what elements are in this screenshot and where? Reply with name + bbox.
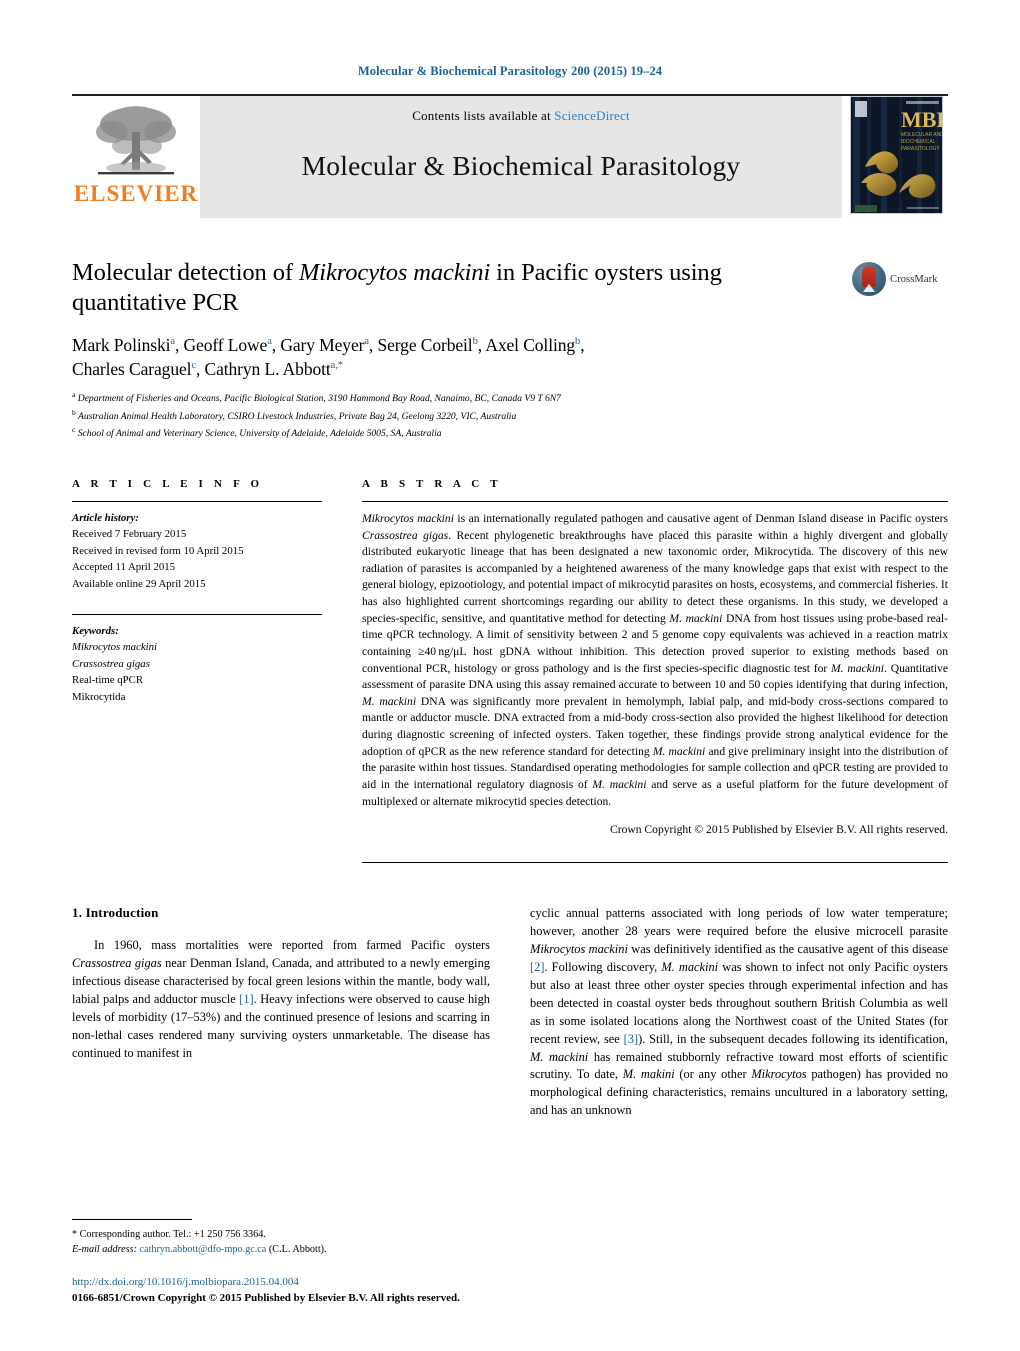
svg-text:PARASITOLOGY: PARASITOLOGY <box>901 146 940 152</box>
elsevier-tree-icon <box>88 102 184 184</box>
article-history: Article history: Received 7 February 201… <box>72 510 322 593</box>
email-link[interactable]: cathryn.abbott@dfo-mpo.gc.ca <box>140 1244 267 1255</box>
affiliation-text: School of Animal and Veterinary Science,… <box>77 428 442 440</box>
abstract-heading: A B S T R A C T <box>362 477 502 490</box>
affiliation-text: Department of Fisheries and Oceans, Paci… <box>77 393 561 405</box>
info-abstract-region: A R T I C L E I N F O Article history: R… <box>72 477 949 864</box>
keywords-label: Keywords: <box>72 624 119 637</box>
keyword-item: Mikrocytida <box>72 690 126 703</box>
email-label: E-mail address: <box>72 1243 137 1255</box>
crossmark-badge[interactable]: CrossMark <box>852 258 948 296</box>
divider <box>362 862 948 864</box>
sciencedirect-link[interactable]: ScienceDirect <box>554 108 630 123</box>
history-item: Received in revised form 10 April 2015 <box>72 544 244 557</box>
contents-prefix: Contents lists available at <box>412 108 555 123</box>
keyword-item: Mikrocytos mackini <box>72 641 158 654</box>
contents-available-line: Contents lists available at ScienceDirec… <box>412 108 630 124</box>
body-column-right: cyclic annual patterns associated with l… <box>530 905 948 1120</box>
body-column-left: 1. Introduction In 1960, mass mortalitie… <box>72 905 490 1120</box>
crossmark-icon <box>852 262 886 296</box>
divider <box>72 613 322 615</box>
title-part-1: Molecular detection of <box>72 259 299 286</box>
elsevier-logo: ELSEVIER <box>72 96 200 218</box>
crossmark-label: CrossMark <box>890 273 938 285</box>
article-history-label: Article history: <box>72 511 139 524</box>
abstract-column: A B S T R A C T Mikrocytos mackini is an… <box>362 477 949 864</box>
keyword-item: Crassostrea gigas <box>72 657 150 670</box>
journal-masthead: ELSEVIER Contents lists available at Sci… <box>72 94 948 218</box>
keyword-list: Keywords: Mikrocytos mackini Crassostrea… <box>72 623 322 706</box>
issn-copyright-line: 0166-6851/Crown Copyright © 2015 Publish… <box>72 1292 460 1305</box>
running-head: Molecular & Biochemical Parasitology 200… <box>357 64 663 78</box>
footnote-divider <box>72 1218 192 1220</box>
abstract-text: Mikrocytos mackini is an internationally… <box>362 511 949 808</box>
page-title: Molecular detection of Mikrocytos mackin… <box>72 258 836 318</box>
svg-text:MOLECULAR AND: MOLECULAR AND <box>901 132 943 138</box>
doi-block: http://dx.doi.org/10.1016/j.molbiopara.2… <box>72 1275 480 1307</box>
article-page: Molecular & Biochemical Parasitology 200… <box>0 0 1020 1351</box>
section-heading-introduction: 1. Introduction <box>72 905 159 921</box>
svg-text:BIOCHEMICAL: BIOCHEMICAL <box>901 139 936 145</box>
doi-link[interactable]: http://dx.doi.org/10.1016/j.molbiopara.2… <box>72 1275 480 1291</box>
body-columns: 1. Introduction In 1960, mass mortalitie… <box>72 905 948 1120</box>
affiliation-text: Australian Animal Health Laboratory, CSI… <box>77 410 517 422</box>
keyword-item: Real-time qPCR <box>72 674 144 687</box>
affiliation-marker: c <box>72 425 76 435</box>
author-list: Mark Polinskia, Geoff Lowea, Gary Meyera… <box>72 334 948 382</box>
email-note: E-mail address: cathryn.abbott@dfo-mpo.g… <box>72 1242 480 1257</box>
body-paragraph: In 1960, mass mortalities were reported … <box>72 938 491 1060</box>
affiliation-list: a Department of Fisheries and Oceans, Pa… <box>72 389 948 442</box>
divider <box>362 500 948 502</box>
affiliation-item: a Department of Fisheries and Oceans, Pa… <box>72 389 948 407</box>
contents-banner: Contents lists available at ScienceDirec… <box>200 96 842 218</box>
corresponding-author-note: * Corresponding author. Tel.: +1 250 756… <box>72 1228 266 1240</box>
journal-title: Molecular & Biochemical Parasitology <box>301 150 741 181</box>
affiliation-item: c School of Animal and Veterinary Scienc… <box>72 424 948 442</box>
history-item: Accepted 11 April 2015 <box>72 561 176 574</box>
affiliation-marker: b <box>72 407 76 417</box>
author-line-1: Mark Polinskia, Geoff Lowea, Gary Meyera… <box>72 335 585 356</box>
title-block: Molecular detection of Mikrocytos mackin… <box>72 258 948 318</box>
author-line-2: Charles Caraguelc, Cathryn L. Abbotta,* <box>72 359 343 380</box>
svg-text:MBP: MBP <box>901 107 943 132</box>
title-species: Mikrocytos mackini <box>298 259 491 286</box>
elsevier-wordmark: ELSEVIER <box>73 181 199 206</box>
divider <box>72 500 322 502</box>
footnote-region: * Corresponding author. Tel.: +1 250 756… <box>72 1218 480 1307</box>
article-info-column: A R T I C L E I N F O Article history: R… <box>72 478 322 863</box>
article-info-heading: A R T I C L E I N F O <box>72 477 264 490</box>
affiliation-item: b Australian Animal Health Laboratory, C… <box>72 407 948 425</box>
email-suffix: (C.L. Abbott). <box>266 1243 327 1255</box>
history-item: Received 7 February 2015 <box>72 528 187 541</box>
history-item: Available online 29 April 2015 <box>72 577 206 590</box>
abstract-copyright: Crown Copyright © 2015 Published by Else… <box>609 823 948 837</box>
body-paragraph: cyclic annual patterns associated with l… <box>530 906 949 1118</box>
journal-cover-image: MBP MOLECULAR AND BIOCHEMICAL PARASITOLO… <box>850 96 943 214</box>
affiliation-marker: a <box>72 390 76 400</box>
journal-cover: MBP MOLECULAR AND BIOCHEMICAL PARASITOLO… <box>850 96 948 218</box>
